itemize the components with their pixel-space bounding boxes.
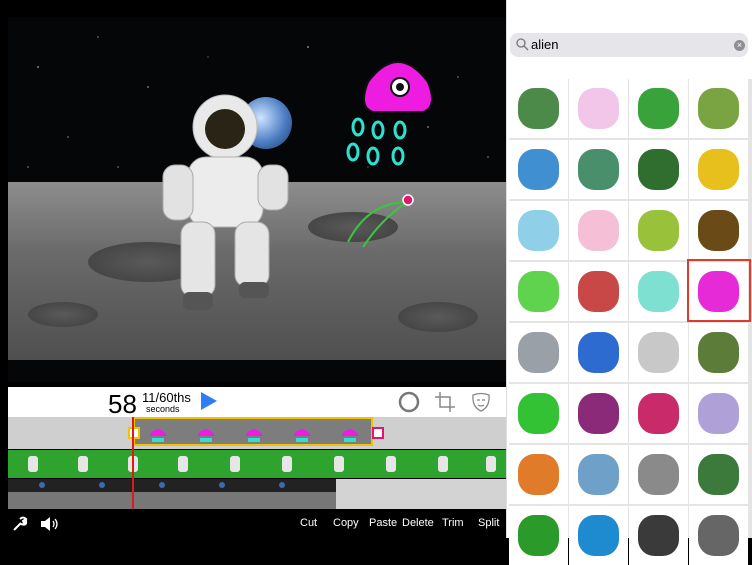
astronaut-image[interactable]: [153, 77, 293, 327]
astronaut-thumbnails: [28, 456, 496, 472]
result-cell[interactable]: [629, 506, 688, 565]
sticker-thumbnail: [698, 332, 739, 373]
crop-icon[interactable]: [434, 391, 456, 413]
sticker-thumbnail: [638, 454, 679, 495]
delete-button[interactable]: Delete: [402, 517, 434, 529]
result-cell[interactable]: [689, 445, 748, 504]
circle-tool-icon[interactable]: [398, 391, 420, 413]
result-cell[interactable]: [569, 445, 628, 504]
time-seconds: 58: [108, 389, 137, 419]
sticker-thumbnail: [518, 515, 559, 556]
result-cell[interactable]: [509, 262, 568, 321]
sticker-thumbnail: [578, 515, 619, 556]
sticker-thumbnail: [518, 149, 559, 190]
sticker-thumbnail: [578, 271, 619, 312]
sticker-thumbnail: [518, 332, 559, 373]
result-cell[interactable]: [689, 201, 748, 260]
copy-button[interactable]: Copy: [333, 517, 359, 529]
moon-thumbnails: [8, 482, 336, 509]
result-cell[interactable]: [689, 506, 748, 565]
sticker-thumbnail: [518, 271, 559, 312]
result-cell[interactable]: [569, 262, 628, 321]
sticker-thumbnail: [698, 515, 739, 556]
result-cell[interactable]: [629, 445, 688, 504]
selected-result-highlight: [687, 259, 751, 322]
result-cell[interactable]: [629, 323, 688, 382]
selected-clip[interactable]: [133, 417, 373, 446]
result-cell[interactable]: [509, 140, 568, 199]
sticker-thumbnail: [698, 149, 739, 190]
moon-clip[interactable]: [8, 479, 336, 509]
sticker-thumbnail: [578, 149, 619, 190]
timeline-toolbar: 58 11/60ths seconds: [8, 387, 506, 419]
sticker-thumbnail: [518, 88, 559, 129]
sticker-track[interactable]: [8, 417, 506, 449]
trim-handle-right[interactable]: [372, 427, 384, 439]
sticker-thumbnail: [578, 210, 619, 251]
sticker-thumbnail: [578, 88, 619, 129]
search-query[interactable]: alien: [531, 37, 558, 52]
editor-pane: 58 11/60ths seconds Cut Copy Paste Delet…: [0, 0, 506, 538]
mask-icon[interactable]: [470, 391, 492, 413]
sticker-thumbnail: [578, 454, 619, 495]
result-cell[interactable]: [689, 384, 748, 443]
result-cell[interactable]: [629, 384, 688, 443]
sticker-thumbnail: [638, 149, 679, 190]
cut-button[interactable]: Cut: [300, 517, 317, 529]
sticker-thumbnail: [518, 393, 559, 434]
trim-handle-left[interactable]: [128, 427, 140, 439]
result-cell[interactable]: [689, 140, 748, 199]
result-cell[interactable]: [629, 201, 688, 260]
paste-button[interactable]: Paste: [369, 517, 397, 529]
result-cell[interactable]: [689, 323, 748, 382]
alien-ufo-sticker[interactable]: [328, 52, 438, 252]
time-fraction: 11/60ths: [142, 390, 191, 405]
speaker-icon[interactable]: [40, 516, 60, 532]
result-cell[interactable]: [569, 384, 628, 443]
sticker-thumbnail: [638, 88, 679, 129]
playhead[interactable]: [132, 417, 134, 509]
result-cell[interactable]: [509, 445, 568, 504]
sticker-thumbnail: [698, 210, 739, 251]
sticker-thumbnail: [638, 271, 679, 312]
sticker-thumbnail: [698, 393, 739, 434]
result-cell[interactable]: [629, 140, 688, 199]
astronaut-track[interactable]: [8, 450, 506, 478]
time-unit: seconds: [146, 404, 180, 414]
clip-thumbnails: [149, 429, 359, 442]
result-cell[interactable]: [689, 79, 748, 138]
sticker-thumbnail: [518, 210, 559, 251]
clear-icon[interactable]: ×: [734, 40, 745, 51]
sticker-thumbnail: [698, 454, 739, 495]
result-cell[interactable]: [509, 79, 568, 138]
result-cell[interactable]: [569, 201, 628, 260]
wrench-icon[interactable]: [12, 516, 28, 532]
result-cell[interactable]: [629, 262, 688, 321]
sticker-thumbnail: [638, 393, 679, 434]
result-cell[interactable]: [509, 506, 568, 565]
result-cell[interactable]: [569, 323, 628, 382]
result-cell[interactable]: [509, 384, 568, 443]
result-cell[interactable]: [509, 323, 568, 382]
sticker-thumbnail: [518, 454, 559, 495]
split-button[interactable]: Split: [478, 517, 499, 529]
background-track[interactable]: [8, 479, 506, 509]
bottom-toolbar: Cut Copy Paste Delete Trim Split: [0, 509, 506, 538]
sticker-thumbnail: [698, 88, 739, 129]
search-icon: [516, 38, 529, 51]
play-icon[interactable]: [201, 392, 217, 410]
sticker-thumbnail: [578, 393, 619, 434]
result-cell[interactable]: [569, 506, 628, 565]
result-cell[interactable]: [569, 79, 628, 138]
result-cell[interactable]: [509, 201, 568, 260]
result-cell[interactable]: [569, 140, 628, 199]
trim-button[interactable]: Trim: [442, 517, 464, 529]
result-cell[interactable]: [629, 79, 688, 138]
sticker-thumbnail: [638, 515, 679, 556]
sticker-thumbnail: [578, 332, 619, 373]
sticker-thumbnail: [638, 332, 679, 373]
sticker-thumbnail: [638, 210, 679, 251]
video-canvas[interactable]: [8, 17, 506, 382]
